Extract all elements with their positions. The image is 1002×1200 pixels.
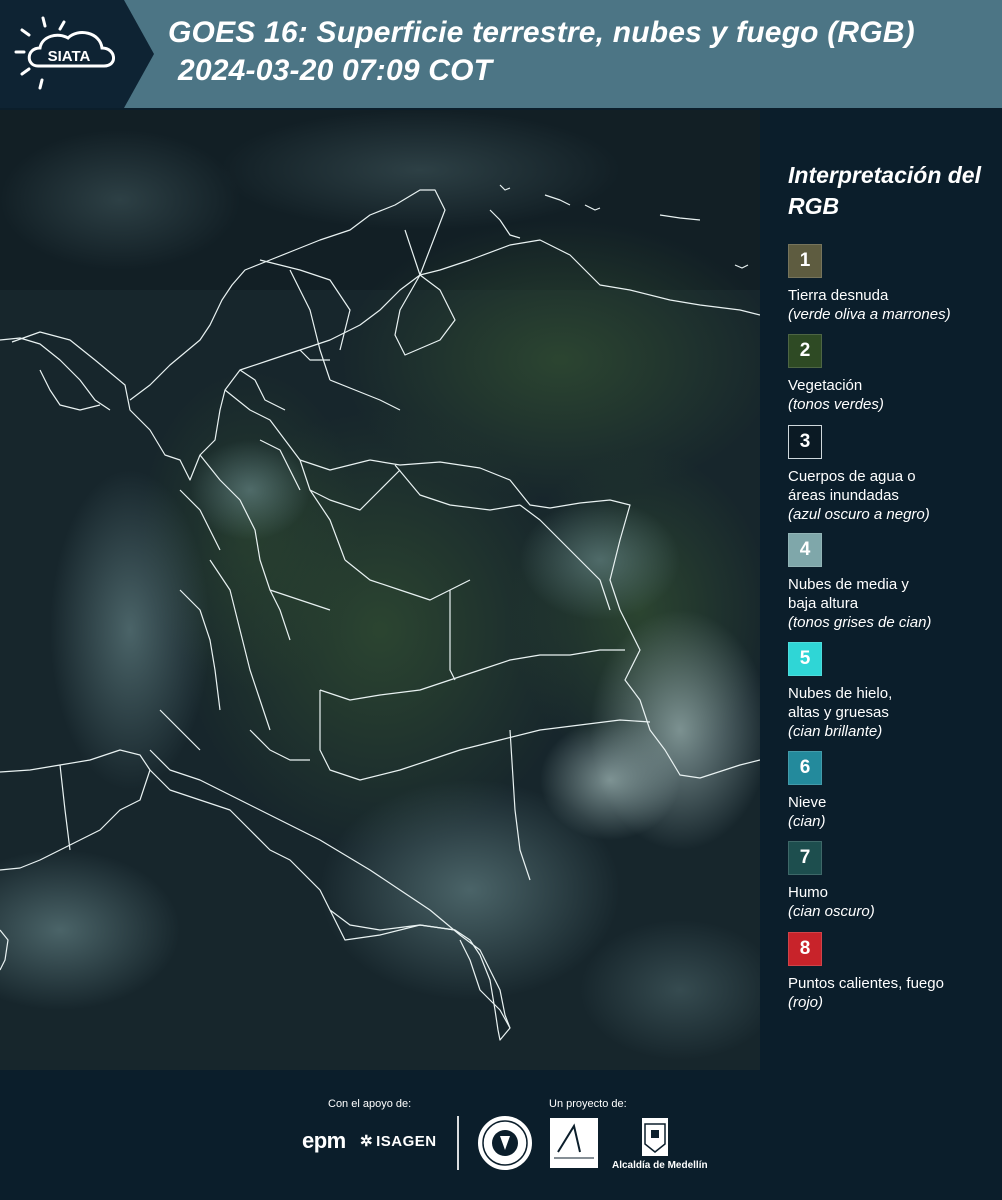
legend-label: Puntos calientes, fuego bbox=[788, 975, 944, 992]
title-product: GOES 16: Superficie terrestre, nubes y f… bbox=[168, 16, 915, 49]
legend-swatch: 8 bbox=[788, 932, 822, 966]
legend-item-snow: 6 Nieve (cian) bbox=[788, 751, 998, 831]
legend-item-vegetation: 2 Vegetación (tonos verdes) bbox=[788, 334, 998, 414]
alcaldia-medellin-label: Alcaldía de Medellín bbox=[612, 1160, 708, 1171]
legend-note: (cian brillante) bbox=[788, 723, 883, 740]
legend-note: (azul oscuro a negro) bbox=[788, 506, 930, 523]
isagen-logo: ✲ ISAGEN bbox=[360, 1132, 437, 1150]
legend-swatch: 1 bbox=[788, 244, 822, 278]
legend-item-water: 3 Cuerpos de agua o áreas inundadas (azu… bbox=[788, 425, 998, 524]
project-label: Un proyecto de: bbox=[549, 1098, 627, 1110]
legend-title: Interpretación del RGB bbox=[788, 162, 981, 219]
legend-item-bare-land: 1 Tierra desnuda (verde oliva a marrones… bbox=[788, 244, 998, 324]
legend-item-hot-spots: 8 Puntos calientes, fuego (rojo) bbox=[788, 932, 998, 1012]
satellite-map bbox=[0, 110, 760, 1070]
isagen-icon: ✲ bbox=[360, 1133, 374, 1150]
legend-label: Humo bbox=[788, 884, 829, 901]
legend-swatch: 2 bbox=[788, 334, 822, 368]
rgb-legend: Interpretación del RGB 1 Tierra desnuda … bbox=[760, 110, 1002, 1070]
legend-label: Vegetación bbox=[788, 377, 863, 394]
legend-note: (cian) bbox=[788, 813, 826, 830]
support-label: Con el apoyo de: bbox=[328, 1098, 412, 1110]
legend-item-mid-low-clouds: 4 Nubes de media y baja altura (tonos gr… bbox=[788, 533, 998, 632]
medellin-coat-of-arms-icon bbox=[642, 1118, 668, 1156]
legend-label: Nubes de media y baja altura bbox=[788, 576, 909, 612]
university-seal-icon bbox=[478, 1116, 532, 1170]
legend-label: Tierra desnuda bbox=[788, 287, 889, 304]
legend-swatch: 7 bbox=[788, 841, 822, 875]
legend-label: Nieve bbox=[788, 794, 827, 811]
title-timestamp: 2024-03-20 07:09 COT bbox=[178, 54, 493, 87]
legend-note: (tonos verdes) bbox=[788, 396, 884, 413]
siata-sun-icon: SIATA bbox=[14, 16, 115, 90]
legend-note: (verde oliva a marrones) bbox=[788, 306, 951, 323]
isagen-text: ISAGEN bbox=[376, 1133, 437, 1150]
area-metropolitana-logo bbox=[550, 1118, 598, 1168]
siata-logo: SIATA bbox=[0, 0, 154, 108]
legend-swatch: 5 bbox=[788, 642, 822, 676]
legend-item-ice-clouds: 5 Nubes de hielo, altas y gruesas (cian … bbox=[788, 642, 998, 741]
footer: Con el apoyo de: Un proyecto de: epm ✲ IS… bbox=[0, 1070, 1002, 1200]
legend-swatch: 6 bbox=[788, 751, 822, 785]
footer-divider bbox=[457, 1116, 459, 1170]
legend-label: Nubes de hielo, altas y gruesas bbox=[788, 685, 893, 721]
header-bar: SIATA GOES 16: Superficie terrestre, nub… bbox=[0, 0, 1002, 108]
legend-note: (cian oscuro) bbox=[788, 903, 875, 920]
legend-item-smoke: 7 Humo (cian oscuro) bbox=[788, 841, 998, 921]
legend-swatch: 3 bbox=[788, 425, 822, 459]
legend-note: (tonos grises de cian) bbox=[788, 614, 932, 631]
legend-label: Cuerpos de agua o áreas inundadas bbox=[788, 468, 916, 504]
epm-logo: epm bbox=[302, 1128, 346, 1153]
page-title: GOES 16: Superficie terrestre, nubes y f… bbox=[168, 14, 915, 90]
legend-note: (rojo) bbox=[788, 994, 824, 1011]
legend-swatch: 4 bbox=[788, 533, 822, 567]
svg-text:SIATA: SIATA bbox=[48, 48, 91, 65]
